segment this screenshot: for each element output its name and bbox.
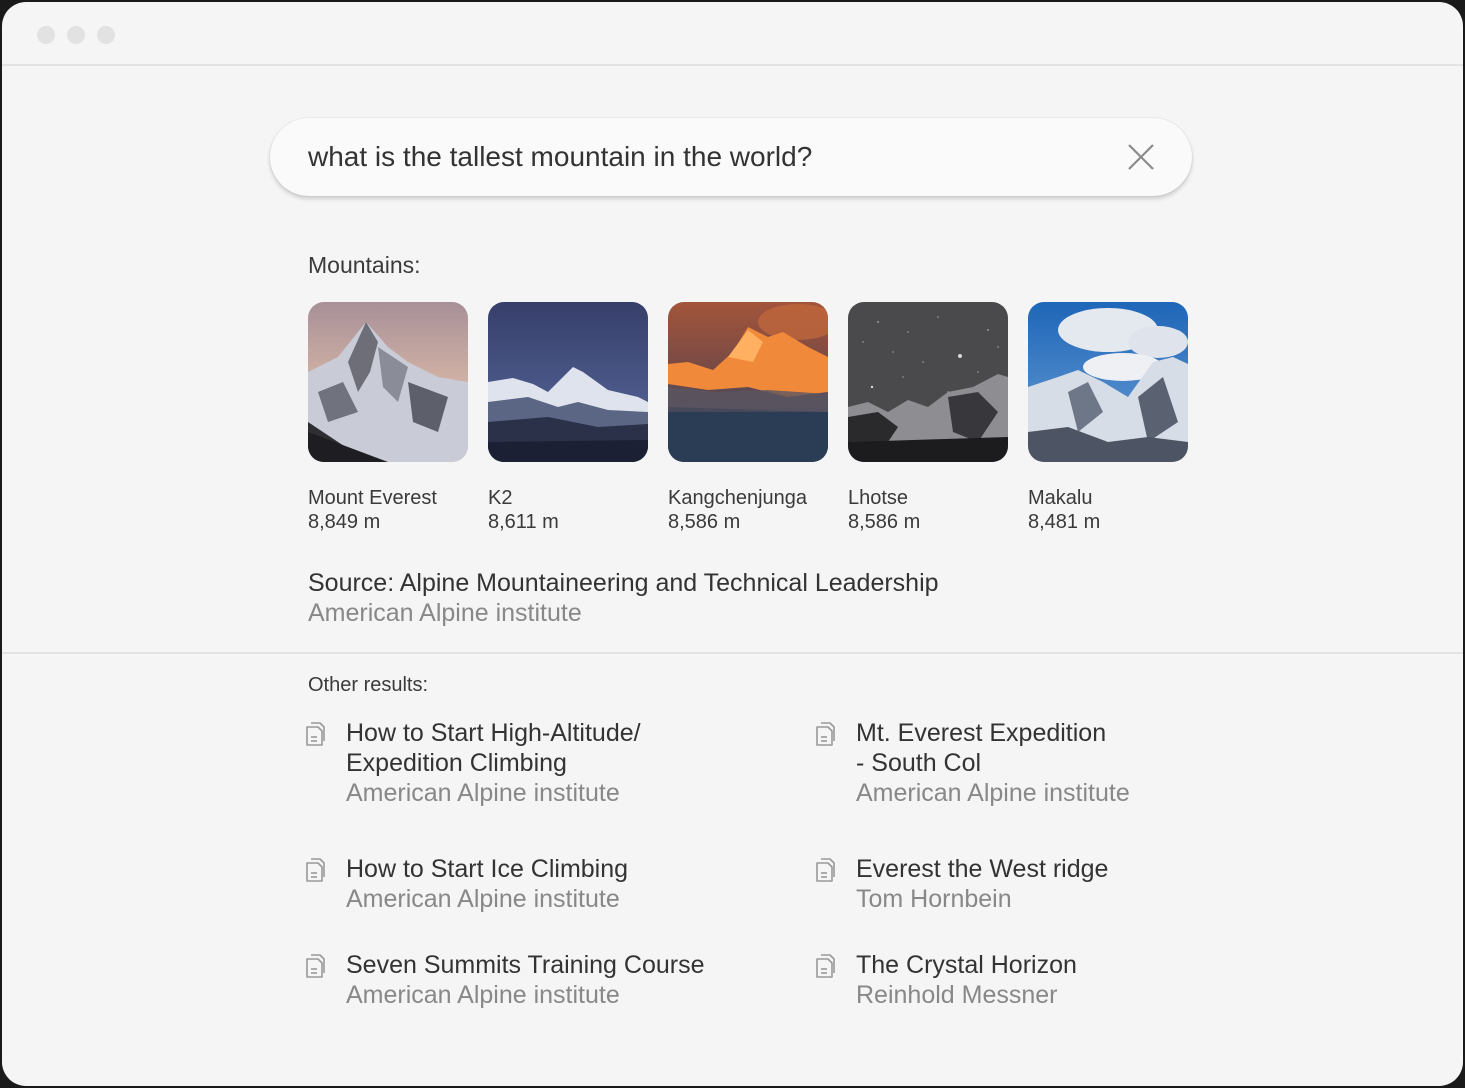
result-title: Everest the West ridge xyxy=(856,855,1109,883)
result-author: American Alpine institute xyxy=(346,885,620,913)
document-icon xyxy=(306,954,325,978)
mountain-height: 8,481 m xyxy=(1028,511,1101,533)
mountain-image-everest xyxy=(308,302,468,462)
result-item[interactable]: How to Start High-Altitude/ Expedition C… xyxy=(304,718,641,808)
result-title: The Crystal Horizon xyxy=(856,951,1077,979)
mountain-card-k2[interactable]: K2 8,611 m xyxy=(488,302,648,534)
document-icon xyxy=(306,722,325,746)
mountain-image-kangchenjunga xyxy=(668,302,828,462)
document-icon xyxy=(816,858,835,882)
mountain-name: K2 xyxy=(488,487,513,509)
window-maximize-button[interactable] xyxy=(97,26,115,44)
result-author: Tom Hornbein xyxy=(856,885,1012,913)
mountain-card-lhotse[interactable]: Lhotse 8,586 m xyxy=(848,302,1008,534)
section-divider xyxy=(2,652,1463,654)
document-icon xyxy=(306,858,325,882)
mountain-name: Lhotse xyxy=(848,487,909,509)
result-title: How to Start High-Altitude/ xyxy=(346,719,641,747)
close-icon xyxy=(1128,144,1154,170)
mountain-height: 8,586 m xyxy=(848,511,921,533)
result-item[interactable]: The Crystal Horizon Reinhold Messner xyxy=(814,950,1077,1010)
mountain-name: Makalu xyxy=(1028,487,1093,509)
result-title: Expedition Climbing xyxy=(346,749,567,777)
window-close-button[interactable] xyxy=(37,26,55,44)
result-title: Seven Summits Training Course xyxy=(346,951,705,979)
result-author: American Alpine institute xyxy=(346,981,620,1009)
mountain-card-makalu[interactable]: Makalu 8,481 m xyxy=(1028,302,1188,534)
other-results-heading: Other results: xyxy=(308,674,429,696)
result-item[interactable]: Seven Summits Training Course American A… xyxy=(304,950,704,1010)
clear-search-button[interactable] xyxy=(1126,142,1156,172)
search-input[interactable] xyxy=(308,141,1126,173)
mountain-card-kangchenjunga[interactable]: Kangchenjunga 8,586 m xyxy=(668,302,828,534)
mountain-height: 8,849 m xyxy=(308,511,381,533)
source-publisher: American Alpine institute xyxy=(308,599,582,627)
mountain-cards: Mount Everest 8,849 m K2 8,611 m Kangche… xyxy=(308,302,1188,534)
mountain-image-k2 xyxy=(488,302,648,462)
mountain-height: 8,586 m xyxy=(668,511,741,533)
result-author: Reinhold Messner xyxy=(856,981,1058,1009)
result-item[interactable]: Everest the West ridge Tom Hornbein xyxy=(814,854,1108,914)
mountain-card-everest[interactable]: Mount Everest 8,849 m xyxy=(308,302,468,534)
result-author: American Alpine institute xyxy=(346,779,620,807)
mountain-name: Mount Everest xyxy=(308,487,437,509)
mountain-name: Kangchenjunga xyxy=(668,487,808,509)
result-item[interactable]: Mt. Everest Expedition - South Col Ameri… xyxy=(814,718,1130,808)
title-bar xyxy=(2,2,1463,66)
source-title: Source: Alpine Mountaineering and Techni… xyxy=(308,569,939,597)
window-minimize-button[interactable] xyxy=(67,26,85,44)
mountains-heading: Mountains: xyxy=(308,252,421,278)
document-icon xyxy=(816,954,835,978)
mountain-image-lhotse xyxy=(848,302,1008,462)
browser-window: Mountains: Mount Everest 8,849 m xyxy=(2,2,1463,1086)
result-title: How to Start Ice Climbing xyxy=(346,855,629,883)
result-title: - South Col xyxy=(856,749,982,777)
result-title: Mt. Everest Expedition xyxy=(856,719,1107,747)
answer-source[interactable]: Source: Alpine Mountaineering and Techni… xyxy=(308,568,939,628)
result-author: American Alpine institute xyxy=(856,779,1130,807)
mountain-image-makalu xyxy=(1028,302,1188,462)
result-item[interactable]: How to Start Ice Climbing American Alpin… xyxy=(304,854,628,914)
document-icon xyxy=(816,722,835,746)
mountain-height: 8,611 m xyxy=(488,511,559,533)
search-bar xyxy=(270,118,1192,196)
